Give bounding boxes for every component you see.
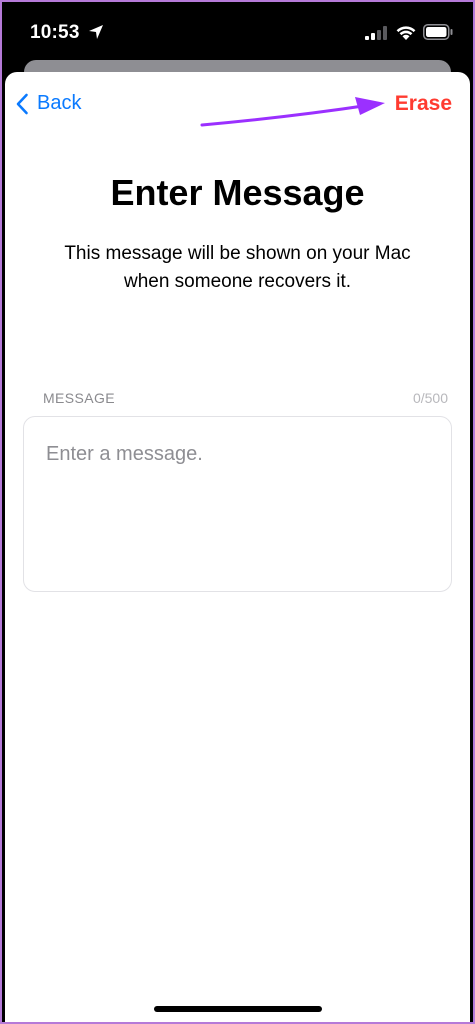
battery-icon: [423, 24, 453, 40]
page-subtitle: This message will be shown on your Mac w…: [64, 243, 411, 292]
screenshot-frame: 10:53 Back Erase Enter Message This mess…: [0, 0, 475, 1024]
home-indicator: [153, 1006, 322, 1012]
annotation-arrow-icon: [200, 97, 385, 127]
wifi-icon: [396, 26, 416, 40]
back-button[interactable]: Back: [15, 92, 81, 115]
status-time: 10:53: [30, 22, 80, 43]
erase-button[interactable]: Erase: [395, 92, 452, 116]
back-button-label: Back: [37, 92, 82, 114]
character-counter: 0/500: [412, 390, 448, 406]
status-bar: 10:53: [2, 2, 473, 64]
message-box: [23, 416, 452, 592]
message-field-label: MESSAGE: [43, 390, 116, 406]
chevron-left-icon: [16, 93, 28, 114]
location-arrow-icon: [89, 25, 103, 39]
cellular-signal-icon: [365, 26, 387, 40]
enter-message-sheet: Back Erase Enter Message This message wi…: [5, 72, 470, 1022]
page-title: Enter Message: [110, 172, 365, 213]
message-input[interactable]: [24, 417, 451, 591]
